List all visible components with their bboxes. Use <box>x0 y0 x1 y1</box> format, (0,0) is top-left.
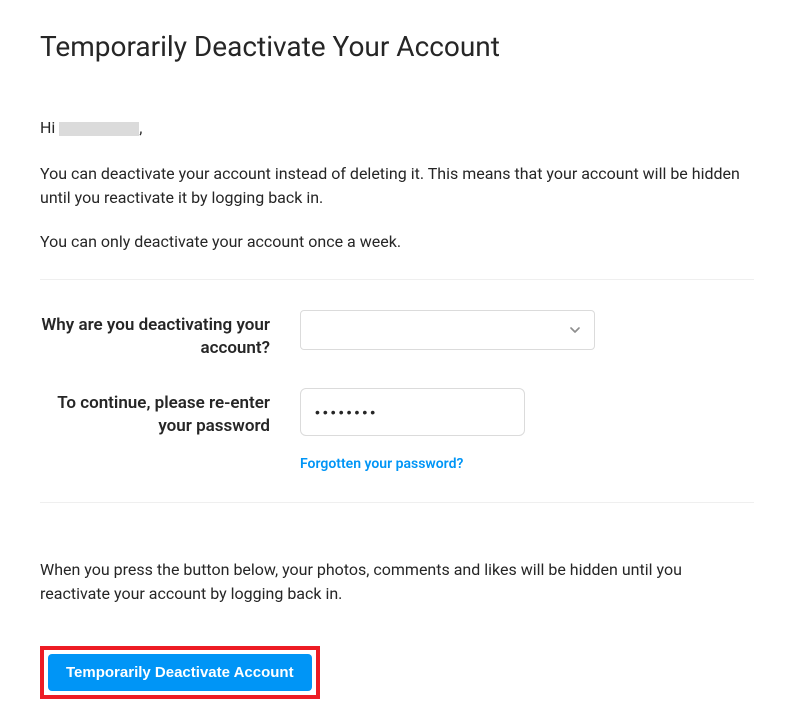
intro-paragraph-1: You can deactivate your account instead … <box>40 162 754 210</box>
page-title: Temporarily Deactivate Your Account <box>40 30 754 63</box>
forgot-password-link[interactable]: Forgotten your password? <box>300 456 754 472</box>
reason-select-wrap <box>300 310 595 350</box>
greeting-prefix: Hi <box>40 118 59 137</box>
greeting-suffix: , <box>139 118 142 137</box>
password-input[interactable] <box>300 388 525 436</box>
reason-select[interactable] <box>300 310 595 350</box>
intro-paragraph-2: You can only deactivate your account onc… <box>40 230 754 254</box>
form-section: Why are you deactivating your account? T… <box>40 279 754 503</box>
username-placeholder <box>59 122 139 136</box>
deactivate-button[interactable]: Temporarily Deactivate Account <box>48 654 312 691</box>
greeting-line: Hi , <box>40 118 754 137</box>
button-highlight-box: Temporarily Deactivate Account <box>40 646 320 699</box>
reason-label: Why are you deactivating your account? <box>40 310 300 360</box>
footer-text: When you press the button below, your ph… <box>40 558 754 606</box>
password-label: To continue, please re-enter your passwo… <box>40 388 300 438</box>
